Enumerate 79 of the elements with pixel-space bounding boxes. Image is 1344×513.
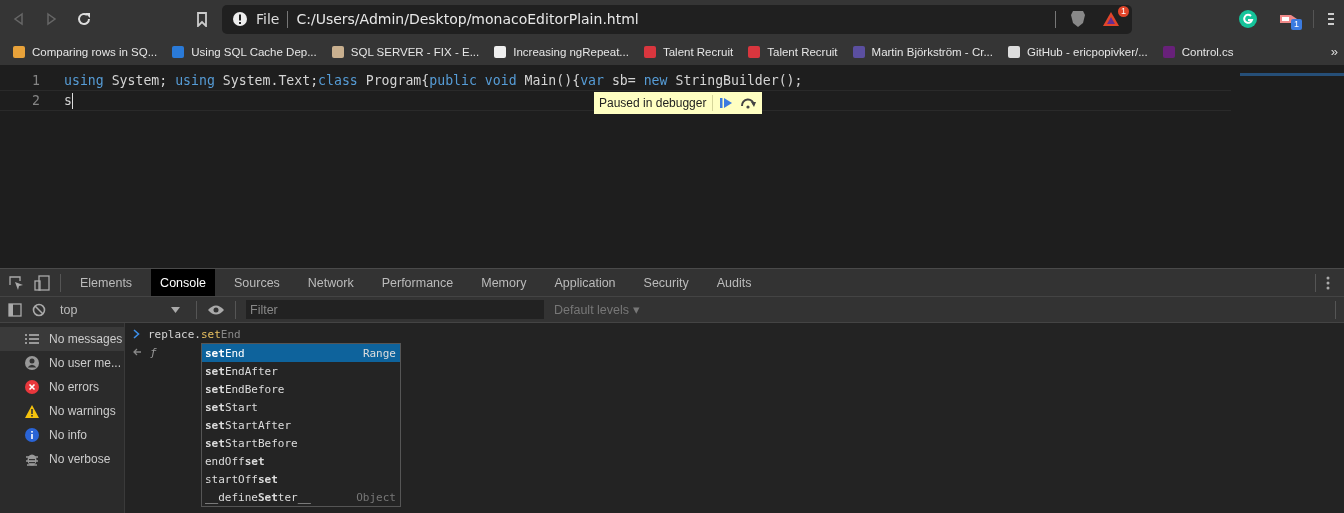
devtools-tab[interactable]: Sources <box>225 269 289 296</box>
filter-item[interactable]: No user me... <box>0 351 124 375</box>
eye-icon[interactable] <box>207 303 225 316</box>
suggestion-item[interactable]: __defineSetter__ Object <box>202 488 400 506</box>
url-text: C:/Users/Admin/Desktop/monacoEditorPlain.html <box>296 11 639 27</box>
devtools-tab[interactable]: Performance <box>372 269 463 296</box>
bookmark-link[interactable]: Using SQL Cache Dep... <box>171 44 317 59</box>
suggestion-item[interactable]: setEndBefore <box>202 380 400 398</box>
bookmark-link[interactable]: Control.cs <box>1161 44 1234 59</box>
g-logo-icon[interactable] <box>1239 10 1257 28</box>
code-line: s <box>64 92 73 109</box>
devtools-tab[interactable]: Console <box>151 269 215 296</box>
extension-badge: 1 <box>1291 19 1302 30</box>
scheme-label: File <box>256 11 280 27</box>
notification-badge: 1 <box>1118 6 1129 17</box>
warning-icon <box>25 404 39 418</box>
menu-icon[interactable] <box>1328 11 1334 27</box>
site-icon <box>1161 44 1176 59</box>
filter-item[interactable]: No errors <box>0 375 124 399</box>
site-icon <box>493 44 508 59</box>
bookmark-link[interactable]: SQL SERVER - FIX - E... <box>330 44 480 59</box>
reload-icon[interactable] <box>76 11 92 27</box>
caret-icon <box>171 306 180 313</box>
devtools-tab[interactable]: Security <box>634 269 698 296</box>
step-over-icon[interactable] <box>739 97 758 109</box>
site-icon <box>747 44 762 59</box>
bookmark-link[interactable]: Martin Björkström - Cr... <box>851 44 993 59</box>
bookmark-link[interactable]: Talent Recruit <box>747 44 838 59</box>
list-icon <box>25 333 39 345</box>
site-icon <box>1006 44 1021 59</box>
filter-item[interactable]: No messages <box>0 327 124 351</box>
context-select[interactable]: top <box>56 302 186 317</box>
error-icon <box>25 380 39 394</box>
site-icon <box>171 44 186 59</box>
resume-icon[interactable] <box>719 97 734 109</box>
devtools-tab[interactable]: Audits <box>707 269 761 296</box>
banner-text: Paused in debugger <box>599 96 707 110</box>
suggestion-item[interactable]: setStartBefore <box>202 434 400 452</box>
line-number: 1 <box>31 73 41 88</box>
info-icon <box>232 11 248 27</box>
console-input[interactable]: replace.setEnd <box>148 327 241 341</box>
devtools-tab[interactable]: Memory <box>472 269 536 296</box>
devtools-tab[interactable]: Application <box>545 269 625 296</box>
triangle-icon[interactable] <box>1102 11 1120 27</box>
bookmark-link[interactable]: Talent Recruit <box>642 44 734 59</box>
sidebar-toggle-icon[interactable] <box>8 302 22 317</box>
user-icon <box>25 356 39 370</box>
device-icon[interactable] <box>34 274 50 291</box>
bookmark-icon[interactable] <box>196 11 208 27</box>
bookmark-link[interactable]: Comparing rows in SQ... <box>12 44 158 59</box>
site-icon <box>851 44 866 59</box>
address-bar[interactable]: File C:/Users/Admin/Desktop/monacoEditorPlain.html 1 <box>222 4 1132 34</box>
suggestion-item[interactable]: startOffset <box>202 470 400 488</box>
suggestion-item[interactable]: endOffset <box>202 452 400 470</box>
code-line: using System; using System.Text;class Program{public void Main(){var sb= new StringBuilder(); <box>64 73 803 88</box>
site-icon <box>12 44 26 59</box>
suggestion-item[interactable]: setEndAfter <box>202 362 400 380</box>
suggestion-item[interactable]: setStart <box>202 398 400 416</box>
prompt-icon <box>133 329 140 339</box>
filter-item[interactable]: No verbose <box>0 447 124 471</box>
result-value: ƒ <box>150 345 157 359</box>
filter-field[interactable]: Filter <box>246 300 544 319</box>
filter-item[interactable]: No warnings <box>0 399 124 423</box>
result-arrow-icon <box>133 348 142 356</box>
suggestion-item[interactable]: setStartAfter <box>202 416 400 434</box>
more-bookmarks[interactable]: » <box>1330 44 1338 59</box>
inspect-icon[interactable] <box>8 274 24 291</box>
filter-item[interactable]: No info <box>0 423 124 447</box>
clear-icon[interactable] <box>32 302 46 317</box>
bookmark-link[interactable]: GitHub - ericpopivker/... <box>1006 44 1148 59</box>
bookmark-link[interactable]: Increasing ngRepeat... <box>493 44 629 59</box>
info-icon <box>25 428 39 442</box>
devtools-tab[interactable]: Network <box>298 269 363 296</box>
more-options-icon[interactable] <box>1326 275 1330 290</box>
suggestion-item[interactable]: setEnd Range <box>202 344 400 362</box>
line-number: 2 <box>31 93 41 108</box>
site-icon <box>330 44 345 59</box>
site-icon <box>642 44 657 59</box>
devtools-tab[interactable]: Elements <box>71 269 142 296</box>
